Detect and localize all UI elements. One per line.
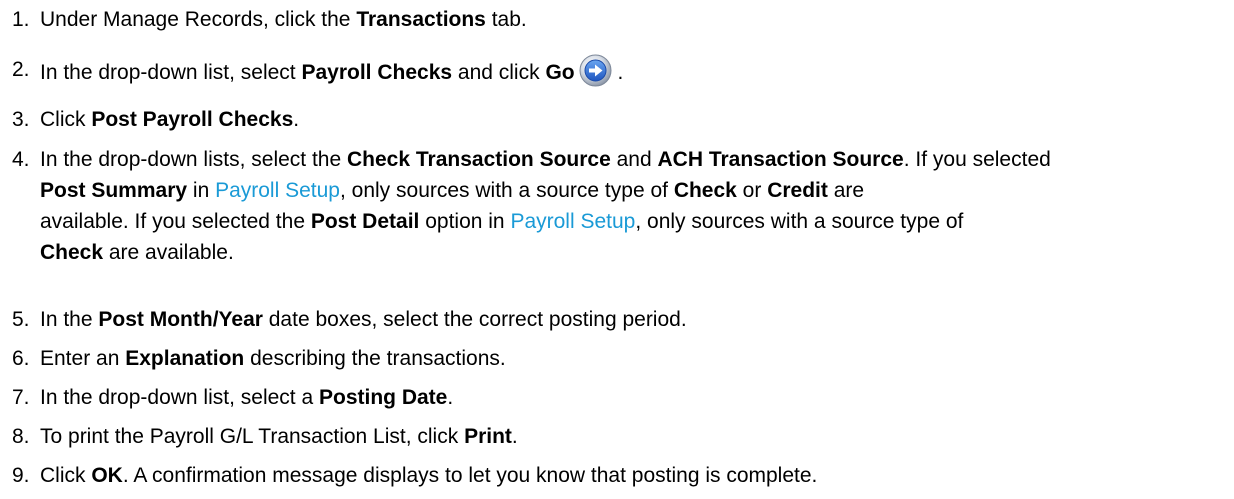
ui-term: ACH Transaction Source	[657, 148, 904, 171]
ui-term: Transactions	[356, 8, 486, 31]
text: .	[447, 386, 454, 409]
ui-term: Check Transaction Source	[347, 148, 611, 171]
step-text: In the drop-down list, select a Posting …	[40, 382, 1200, 413]
text: In the drop-down lists, select the	[40, 148, 347, 171]
text: and click	[452, 61, 546, 84]
ui-term: Check	[40, 241, 104, 264]
text: describing the transactions.	[244, 347, 506, 370]
text: . A confirmation message displays to let…	[122, 464, 818, 487]
payroll-setup-link[interactable]: Payroll Setup	[510, 210, 635, 233]
go-arrow-icon	[579, 54, 612, 87]
ui-term: Credit	[767, 179, 828, 202]
step-text: Click Post Payroll Checks.	[40, 104, 1200, 135]
step-text: Under Manage Records, click the Transact…	[40, 4, 1200, 35]
step-number: 8.	[12, 425, 30, 448]
text: In the drop-down list, select a	[40, 386, 319, 409]
text: In the drop-down list, select	[40, 61, 302, 84]
ui-term: Post Detail	[310, 210, 420, 233]
text: option in	[419, 210, 511, 233]
text: .	[511, 425, 518, 448]
step-number: 1.	[12, 8, 30, 31]
text: or	[736, 179, 768, 202]
step-number: 4.	[12, 148, 30, 171]
ui-term: Post Month/Year	[98, 308, 263, 331]
text: tab.	[485, 8, 527, 31]
text: . If you selected	[903, 148, 1051, 171]
step-text: To print the Payroll G/L Transaction Lis…	[40, 421, 1200, 452]
text: To print the Payroll G/L Transaction Lis…	[40, 425, 465, 448]
text: Under Manage Records, click the	[40, 8, 357, 31]
ui-term: Go	[545, 61, 575, 84]
ui-term: Explanation	[125, 347, 245, 370]
step-text: In the drop-down list, select Payroll Ch…	[40, 54, 1200, 88]
text: are	[827, 179, 865, 202]
ui-term: Post Summary	[40, 179, 188, 202]
step-number: 2.	[12, 58, 30, 81]
text: and	[610, 148, 658, 171]
step-text: Enter an Explanation describing the tran…	[40, 343, 1200, 374]
ui-term: Print	[464, 425, 512, 448]
step-number: 6.	[12, 347, 30, 370]
ui-term: Posting Date	[318, 386, 448, 409]
ui-term: OK	[91, 464, 123, 487]
ui-term: Payroll Checks	[301, 61, 453, 84]
text: in	[187, 179, 216, 202]
step-number: 9.	[12, 464, 30, 487]
payroll-setup-link[interactable]: Payroll Setup	[215, 179, 340, 202]
instruction-steps: 1. Under Manage Records, click the Trans…	[0, 0, 1234, 499]
step-number: 3.	[12, 108, 30, 131]
text: are available.	[103, 241, 234, 264]
text: available. If you selected the	[40, 210, 311, 233]
text: Click	[40, 464, 92, 487]
text: date boxes, select the correct posting p…	[262, 308, 687, 331]
ui-term: Check	[673, 179, 737, 202]
text: Enter an	[40, 347, 126, 370]
step-text: In the drop-down lists, select the Check…	[40, 144, 1210, 268]
text: , only sources with a source type of	[635, 210, 964, 233]
step-number: 5.	[12, 308, 30, 331]
ui-term: Post Payroll Checks	[91, 108, 294, 131]
text: In the	[40, 308, 99, 331]
step-number: 7.	[12, 386, 30, 409]
step-text: In the Post Month/Year date boxes, selec…	[40, 304, 1200, 335]
text: , only sources with a source type of	[339, 179, 674, 202]
step-text: Click OK. A confirmation message display…	[40, 460, 1200, 491]
text: .	[611, 61, 624, 84]
text: Click	[40, 108, 92, 131]
text: .	[293, 108, 300, 131]
